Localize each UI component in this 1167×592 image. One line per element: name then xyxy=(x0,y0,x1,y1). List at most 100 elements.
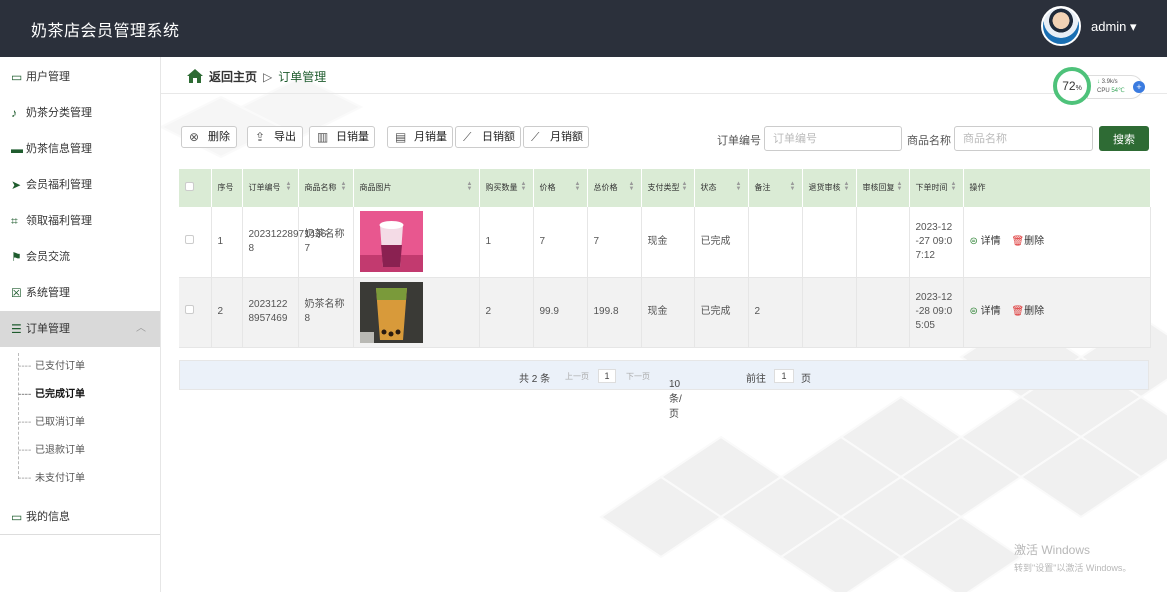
column-header[interactable]: 价格 ▲ ▼ xyxy=(533,169,588,207)
submenu-completed-orders[interactable]: ---- 已完成订单 xyxy=(0,381,160,409)
delete-row-button[interactable]: 🗑︎删除 xyxy=(1011,236,1044,247)
cell-product-name: 奶茶名称 8 xyxy=(298,277,354,348)
delete-row-button[interactable]: 🗑︎删除 xyxy=(1011,306,1044,317)
select-all-checkbox[interactable] xyxy=(185,181,194,191)
send-icon: ➤ xyxy=(11,178,22,192)
cell-status: 已完成 xyxy=(694,277,749,348)
sidebar-item-system[interactable]: ☒ 系统管理 xyxy=(0,275,160,311)
cell-pay-type: 现金 xyxy=(641,277,695,348)
column-header[interactable]: 退货审核 ▲ ▼ xyxy=(802,169,857,207)
plus-icon[interactable]: + xyxy=(1133,81,1145,93)
submenu-refunded-orders[interactable]: ---- 已退款订单 xyxy=(0,437,160,465)
calendar-chart-icon: ▤ xyxy=(395,130,407,144)
delete-box-icon: ☒ xyxy=(11,286,22,300)
detail-button[interactable]: ⊜ 详情 xyxy=(970,236,1001,247)
prev-page-button[interactable]: 上一页 xyxy=(565,371,589,382)
submenu-cancelled-orders[interactable]: ---- 已取消订单 xyxy=(0,409,160,437)
column-header[interactable]: 状态 ▲ ▼ xyxy=(694,169,749,207)
column-header[interactable]: 购买数量 ▲ ▼ xyxy=(479,169,534,207)
delete-button[interactable]: ⊗ 删除 xyxy=(181,126,237,148)
daily-sales-amount-button[interactable]: ⟋ 日销额 xyxy=(455,126,521,148)
product-name-input[interactable] xyxy=(954,126,1093,151)
sidebar-item-member-chat[interactable]: ⚑ 会员交流 xyxy=(0,239,160,275)
detail-button[interactable]: ⊜ 详情 xyxy=(970,306,1001,317)
page-unit-label: 页 xyxy=(801,374,811,385)
cell-total: 199.8 xyxy=(587,277,642,348)
column-header[interactable]: 审核回复 ▲ ▼ xyxy=(856,169,910,207)
sliders-icon: ☰ xyxy=(11,322,22,336)
column-header[interactable]: 商品图片 ▲ ▼ xyxy=(353,169,480,207)
sidebar-item-users[interactable]: ▭ 用户管理 xyxy=(0,59,160,95)
chevron-up-icon: ︿ xyxy=(136,323,146,334)
sidebar-item-tea-category[interactable]: ♪ 奶茶分类管理 xyxy=(0,95,160,131)
avatar[interactable] xyxy=(1041,6,1081,46)
column-header[interactable]: 下单时间 ▲ ▼ xyxy=(909,169,964,207)
search-button[interactable]: 搜索 xyxy=(1099,126,1149,151)
sidebar-item-member-benefits[interactable]: ➤ 会员福利管理 xyxy=(0,167,160,203)
page-number-1[interactable]: 1 xyxy=(598,369,616,383)
orders-table: 序号 订单编号 ▲ ▼ 商品名称 ▲ ▼ 商品图片 ▲ ▼ 购买数量 ▲ ▼ 价格 ▲ ▼ 总价格 ▲… xyxy=(179,169,1151,348)
sidebar-item-label: 会员福利管理 xyxy=(26,179,92,191)
select-all-cell xyxy=(179,169,212,207)
column-header[interactable]: 支付类型 ▲ ▼ xyxy=(641,169,695,207)
search-detail-icon: ⊜ xyxy=(969,306,978,317)
cell-product-name: 奶茶名称 7 xyxy=(298,207,354,278)
goto-page-input[interactable]: 1 xyxy=(774,369,794,383)
cell-qty: 1 xyxy=(479,207,534,278)
column-header[interactable]: 商品名称 ▲ ▼ xyxy=(298,169,354,207)
close-circle-icon: ⊗ xyxy=(189,130,200,144)
sidebar-item-tea-info[interactable]: ▬ 奶茶信息管理 xyxy=(0,131,160,167)
next-page-button[interactable]: 下一页 xyxy=(626,371,650,382)
product-image[interactable] xyxy=(359,211,423,273)
sidebar-item-orders[interactable]: ☰ 订单管理 ︿ xyxy=(0,311,160,347)
cell-product-image xyxy=(353,207,480,278)
breadcrumb: 返回主页 ▷ 订单管理 xyxy=(187,68,326,85)
divider xyxy=(161,93,1167,94)
table-header-row: 序号 订单编号 ▲ ▼ 商品名称 ▲ ▼ 商品图片 ▲ ▼ 购买数量 ▲ ▼ 价格 ▲ ▼ 总价格 ▲… xyxy=(179,169,1151,207)
sidebar-item-label: 奶茶分类管理 xyxy=(26,107,92,119)
trend-chart-icon: ⟋ xyxy=(531,130,540,144)
cell-qty: 2 xyxy=(479,277,534,348)
row-checkbox[interactable] xyxy=(185,234,194,244)
sidebar-item-my-info[interactable]: ▭ 我的信息 xyxy=(0,499,160,535)
trash-icon: 🗑︎ xyxy=(1011,306,1025,317)
cell-review-reply xyxy=(856,207,910,278)
sidebar-item-label: 用户管理 xyxy=(26,71,70,83)
cell-actions: ⊜ 详情 🗑︎删除 xyxy=(963,207,1151,278)
order-no-input[interactable] xyxy=(764,126,902,151)
column-header[interactable]: 备注 ▲ ▼ xyxy=(748,169,803,207)
sidebar-item-label: 订单管理 xyxy=(26,323,70,335)
trash-icon: 🗑︎ xyxy=(1011,235,1025,247)
home-icon[interactable] xyxy=(187,69,203,83)
monthly-sales-amount-button[interactable]: ⟋ 月销额 xyxy=(523,126,589,148)
table-row: 1 20231228971436 8 奶茶名称 7 1 7 7 现金 已完成 2… xyxy=(179,207,1151,278)
sidebar-item-claim-benefits[interactable]: ⌗ 领取福利管理 xyxy=(0,203,160,239)
product-image[interactable] xyxy=(359,281,423,343)
daily-sales-qty-button[interactable]: ▥ 日销量 xyxy=(309,126,375,148)
submenu-paid-orders[interactable]: ---- 已支付订单 xyxy=(0,353,160,381)
cell-index: 2 xyxy=(211,277,243,348)
submenu-unpaid-orders[interactable]: ---- 未支付订单 xyxy=(0,465,160,493)
column-header[interactable]: 订单编号 ▲ ▼ xyxy=(242,169,299,207)
monthly-sales-qty-button[interactable]: ▤ 月销量 xyxy=(387,126,453,148)
wallet-icon: ▭ xyxy=(11,510,23,524)
sidebar: ▭ 用户管理 ♪ 奶茶分类管理 ▬ 奶茶信息管理 ➤ 会员福利管理 ⌗ 领取福利管理 ⚑ 会… xyxy=(0,57,161,592)
id-card-icon: ▭ xyxy=(11,70,23,84)
sidebar-item-label: 奶茶信息管理 xyxy=(26,143,92,155)
user-menu[interactable]: admin ▾ xyxy=(1091,19,1137,35)
cpu-monitor-widget[interactable]: ↓ 3.9k/s CPU 54℃ 72% + xyxy=(1053,67,1145,105)
cpu-usage-ring: 72% xyxy=(1053,67,1091,105)
cell-order-no: 2023122 8957469 xyxy=(242,277,299,348)
cell-status: 已完成 xyxy=(694,207,749,278)
export-icon: ⇪ xyxy=(255,130,266,144)
back-home-link[interactable]: 返回主页 xyxy=(209,70,257,84)
cell-price: 7 xyxy=(533,207,588,278)
sidebar-item-label: 我的信息 xyxy=(26,511,70,523)
order-no-label: 订单编号 xyxy=(717,135,761,147)
cell-review-reply xyxy=(856,277,910,348)
cell-total: 7 xyxy=(587,207,642,278)
column-header[interactable]: 总价格 ▲ ▼ xyxy=(587,169,642,207)
row-checkbox[interactable] xyxy=(185,305,194,314)
total-count: 共 2 条 xyxy=(519,374,551,385)
export-button[interactable]: ⇪ 导出 xyxy=(247,126,303,148)
